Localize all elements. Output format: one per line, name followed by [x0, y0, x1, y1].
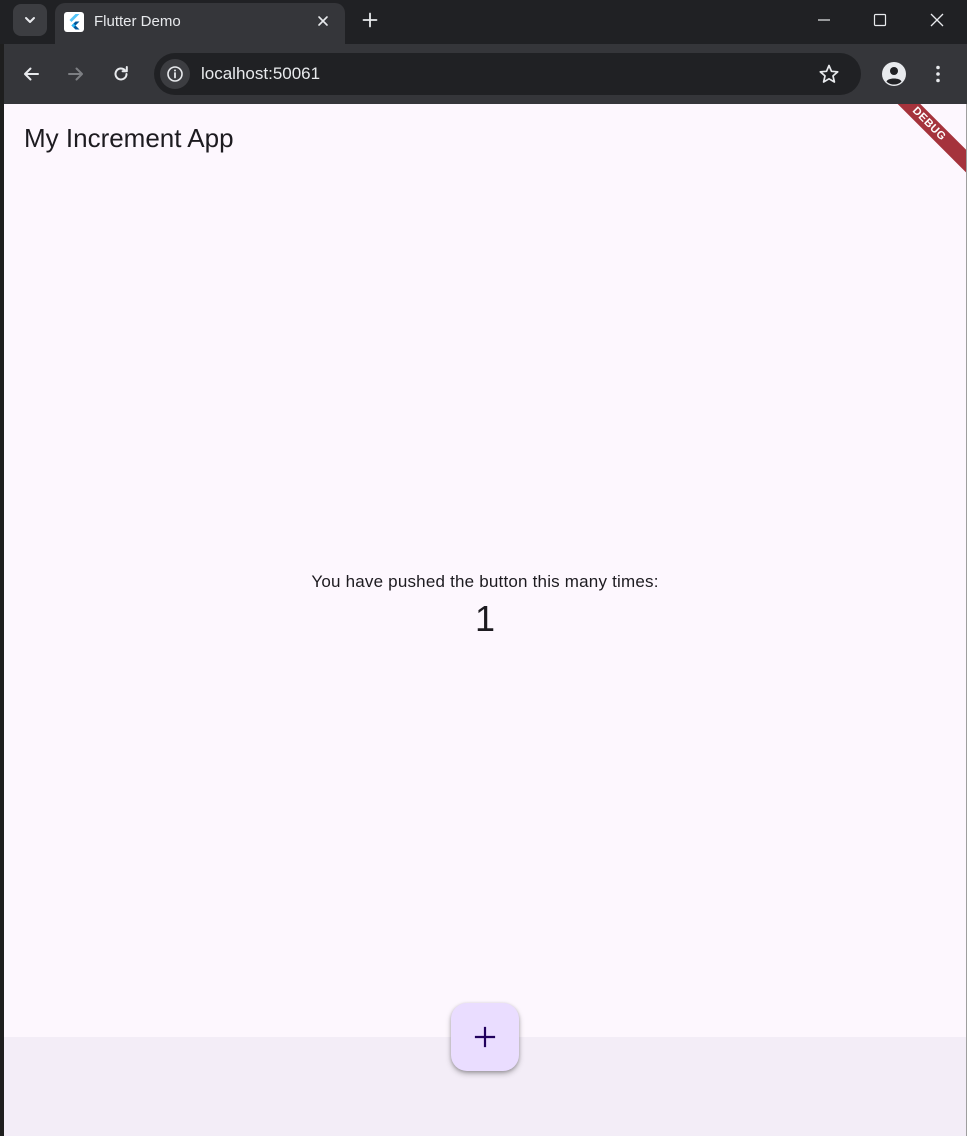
close-icon: [930, 13, 944, 27]
browser-toolbar: localhost:50061: [4, 44, 967, 104]
chevron-down-icon: [25, 17, 35, 23]
address-bar[interactable]: localhost:50061: [154, 53, 861, 95]
new-tab-button[interactable]: [357, 7, 383, 33]
debug-banner-label: DEBUG: [909, 104, 949, 144]
flutter-app: My Increment App DEBUG You have pushed t…: [4, 104, 966, 1136]
counter-value: 1: [474, 598, 496, 639]
app-bar-title: My Increment App: [24, 123, 234, 153]
browser-window: Flutter Demo localhost:50061 My Incremen…: [0, 0, 967, 1136]
back-button[interactable]: [16, 59, 46, 89]
plus-icon: [362, 12, 378, 28]
info-icon: [167, 66, 183, 82]
site-info-button[interactable]: [160, 59, 190, 89]
counter-label: You have pushed the button this many tim…: [311, 572, 659, 591]
forward-button[interactable]: [61, 59, 91, 89]
reload-button[interactable]: [106, 59, 136, 89]
plus-icon: [474, 1026, 496, 1048]
flutter-logo-icon: [64, 12, 84, 32]
tab-search-button[interactable]: [13, 4, 47, 36]
close-icon: [318, 16, 328, 26]
arrow-right-icon: [68, 67, 83, 81]
close-window-button[interactable]: [909, 0, 965, 40]
url-text[interactable]: localhost:50061: [201, 63, 320, 85]
minimize-button[interactable]: [796, 0, 852, 40]
maximize-icon: [873, 13, 887, 27]
tab-close-button[interactable]: [312, 10, 334, 32]
maximize-button[interactable]: [852, 0, 908, 40]
increment-button[interactable]: [451, 1003, 519, 1071]
debug-banner: DEBUG: [870, 104, 966, 183]
bookmark-button[interactable]: [817, 62, 841, 86]
browser-menu-button[interactable]: [923, 59, 953, 89]
tab-strip: Flutter Demo: [0, 0, 967, 44]
person-icon: [882, 62, 906, 86]
minimize-icon: [818, 19, 830, 21]
tab-flutter-demo[interactable]: Flutter Demo: [55, 3, 345, 44]
reload-icon: [114, 66, 128, 81]
star-icon: [819, 64, 839, 83]
more-vertical-icon: [936, 65, 940, 83]
arrow-left-icon: [24, 67, 39, 81]
profile-button[interactable]: [879, 59, 909, 89]
tab-title: Flutter Demo: [94, 13, 181, 30]
